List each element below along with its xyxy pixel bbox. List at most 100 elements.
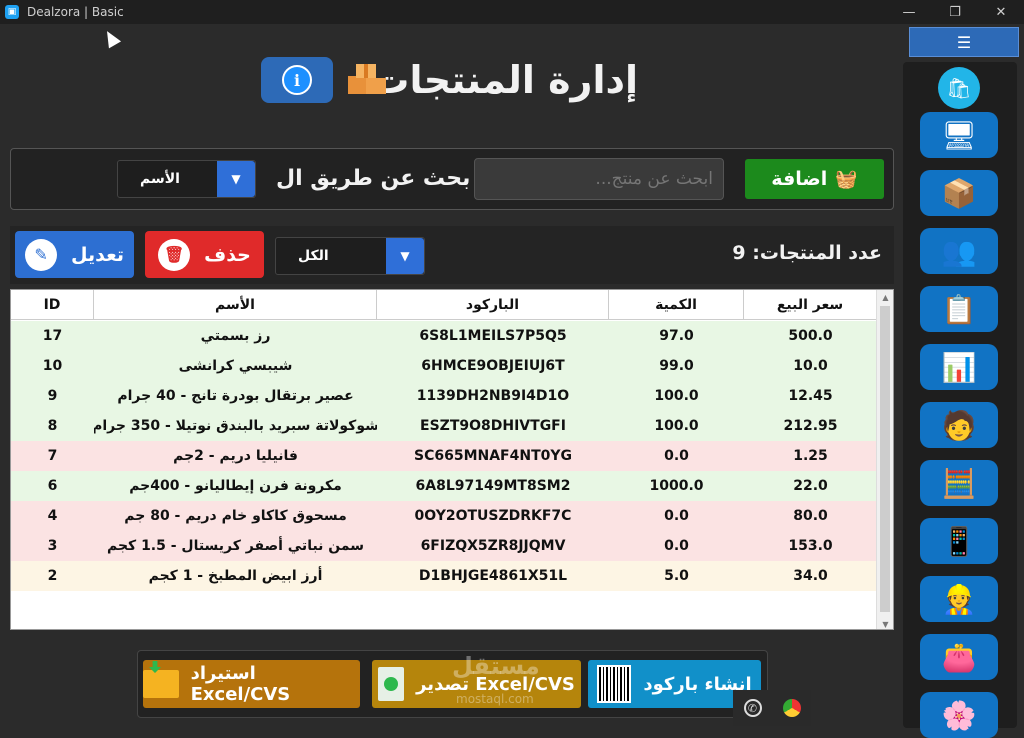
- pencil-icon: ✎: [25, 238, 58, 271]
- search-input[interactable]: [474, 158, 724, 200]
- sidebar-item-wallet[interactable]: 👛: [920, 634, 998, 680]
- cell-quantity: 1000.0: [649, 478, 704, 494]
- boxes-icon: [348, 64, 386, 94]
- column-price[interactable]: سعر البيع: [744, 290, 877, 320]
- search-by-select[interactable]: الأسم ▼: [117, 160, 256, 198]
- column-barcode[interactable]: الباركود: [377, 290, 609, 320]
- table-scrollbar[interactable]: ▲ ▼: [876, 290, 893, 629]
- sidebar-item-products-box[interactable]: 📦: [920, 170, 998, 216]
- sidebar-item-cash-register[interactable]: 🖥: [920, 112, 998, 158]
- sidebar: [903, 62, 1017, 728]
- cell-price: 153.0: [788, 538, 833, 554]
- barcode-icon: [597, 665, 632, 703]
- cell-id: 7: [47, 448, 58, 464]
- window-title: Dealzora | Basic: [27, 5, 124, 19]
- cell-quantity: 0.0: [664, 448, 689, 464]
- cell-barcode: 6A8L97149MT8SM2: [415, 478, 571, 494]
- sidebar-item-reports-chart[interactable]: 📊: [920, 344, 998, 390]
- cell-price: 10.0: [793, 358, 828, 374]
- folder-import-icon: [143, 670, 179, 698]
- social-links: ✆: [733, 690, 811, 726]
- sidebar-item-supplier[interactable]: 🧑: [920, 402, 998, 448]
- table-row[interactable]: 10 شيبسي كرانشى 6HMCE9OBJEIUJ6T 99.0 10.0: [11, 351, 877, 381]
- menu-button[interactable]: ☰: [909, 27, 1019, 57]
- filter-select[interactable]: الكل ▼: [275, 237, 425, 275]
- title-bar: ▣ Dealzora | Basic — ❐ ✕: [0, 0, 1024, 24]
- watermark: مستقل: [452, 652, 540, 680]
- cell-price: 12.45: [788, 388, 833, 404]
- table-row[interactable]: 8 شوكولاتة سبريد بالبندق نوتيلا - 350 جرا…: [11, 411, 877, 441]
- table-row[interactable]: 4 مسحوق كاكاو خام دريم - 80 جم 0OY2OTUSZDR…: [11, 501, 877, 531]
- column-id[interactable]: ID: [11, 290, 94, 320]
- column-name[interactable]: الأسم: [94, 290, 377, 320]
- table-header: ID الأسم الباركود الكمية سعر البيع: [11, 290, 877, 320]
- import-label: استيراد Excel/CVS: [190, 663, 291, 705]
- cell-barcode: 0OY2OTUSZDRKF7C: [414, 508, 572, 524]
- document-export-icon: [378, 667, 405, 701]
- cell-price: 500.0: [788, 328, 833, 344]
- close-button[interactable]: ✕: [978, 0, 1024, 24]
- scroll-down-icon[interactable]: ▼: [877, 617, 893, 629]
- table-row[interactable]: 6 مكرونة فرن إيطاليانو - 400جم 6A8L97149MT…: [11, 471, 877, 501]
- cell-barcode: 6HMCE9OBJEIUJ6T: [421, 358, 565, 374]
- whatsapp-icon[interactable]: ✆: [743, 699, 762, 717]
- app-icon: ▣: [5, 5, 19, 19]
- cell-quantity: 0.0: [664, 538, 689, 554]
- cell-id: 4: [47, 508, 58, 524]
- sidebar-item-inventory-clipboard[interactable]: 📋: [920, 286, 998, 332]
- cell-id: 2: [47, 568, 58, 584]
- search-by-label: بحث عن طريق ال: [276, 166, 471, 191]
- sidebar-item-employee[interactable]: 👷: [920, 576, 998, 622]
- minimize-button[interactable]: —: [886, 0, 932, 24]
- cell-name: فانيليا دريم - 2جم: [173, 448, 298, 464]
- scroll-thumb[interactable]: [880, 306, 890, 612]
- sidebar-item-phone-note[interactable]: 📱: [920, 518, 998, 564]
- sidebar-item-calculator[interactable]: 🧮: [920, 460, 998, 506]
- chevron-down-icon[interactable]: ▼: [386, 238, 424, 274]
- column-quantity[interactable]: الكمية: [609, 290, 744, 320]
- window-controls: — ❐ ✕: [886, 0, 1024, 24]
- cell-quantity: 97.0: [659, 328, 694, 344]
- products-table[interactable]: ID الأسم الباركود الكمية سعر البيع 17 رز …: [10, 289, 894, 630]
- products-box-icon: 📦: [941, 176, 977, 210]
- table-row[interactable]: 3 سمن نباتي أصفر كريستال - 1.5 كجم 6FIZQX5…: [11, 531, 877, 561]
- page-title: إدارة المنتجات: [371, 58, 638, 102]
- cell-barcode: SC665MNAF4NT0YG: [413, 448, 572, 464]
- cell-quantity: 100.0: [654, 388, 699, 404]
- cell-name: أرز ابيض المطبخ - 1 كجم: [148, 568, 323, 584]
- cell-quantity: 0.0: [664, 508, 689, 524]
- table-row[interactable]: 17 رز بسمتي 6S8L1MEILS7P5Q5 97.0 500.0: [11, 321, 877, 351]
- edit-label: تعديل: [71, 243, 124, 266]
- cell-name: رز بسمتي: [200, 328, 271, 344]
- cell-name: سمن نباتي أصفر كريستال - 1.5 كجم: [106, 538, 365, 554]
- inventory-clipboard-icon: 📋: [941, 292, 977, 326]
- chrome-icon[interactable]: [782, 699, 801, 717]
- wallet-icon: 👛: [941, 640, 977, 674]
- cell-id: 8: [47, 418, 58, 434]
- cell-name: مسحوق كاكاو خام دريم - 80 جم: [124, 508, 347, 524]
- cell-price: 1.25: [793, 448, 828, 464]
- cell-id: 9: [47, 388, 58, 404]
- sidebar-item-users-group[interactable]: 👥: [920, 228, 998, 274]
- delete-button[interactable]: 🗑 حذف: [145, 231, 264, 278]
- search-by-value: الأسم: [140, 171, 180, 187]
- restore-button[interactable]: ❐: [932, 0, 978, 24]
- add-product-button[interactable]: اضافة 🧺: [745, 159, 884, 199]
- table-row[interactable]: 2 أرز ابيض المطبخ - 1 كجم D1BHJGE4861X51L 5…: [11, 561, 877, 591]
- info-button[interactable]: i: [261, 57, 333, 103]
- cell-price: 212.95: [783, 418, 838, 434]
- shopping-bag-icon[interactable]: 🛍: [938, 67, 980, 109]
- cell-id: 10: [42, 358, 63, 374]
- table-row[interactable]: 9 عصير برتقال بودرة تانج - 40 جرام 1139DH2…: [11, 381, 877, 411]
- employee-icon: 👷: [941, 582, 977, 616]
- mouse-cursor: [100, 27, 122, 49]
- import-excel-button[interactable]: استيراد Excel/CVS: [143, 660, 360, 708]
- edit-button[interactable]: ✎ تعديل: [15, 231, 134, 278]
- chevron-down-icon[interactable]: ▼: [217, 161, 255, 197]
- phone-note-icon: 📱: [941, 524, 977, 558]
- scroll-up-icon[interactable]: ▲: [877, 290, 893, 304]
- sidebar-item-settings-flower[interactable]: 🌸: [920, 692, 998, 738]
- cell-barcode: D1BHJGE4861X51L: [418, 568, 568, 584]
- calculator-icon: 🧮: [941, 466, 977, 500]
- table-row[interactable]: 7 فانيليا دريم - 2جم SC665MNAF4NT0YG 0.0 1.2…: [11, 441, 877, 471]
